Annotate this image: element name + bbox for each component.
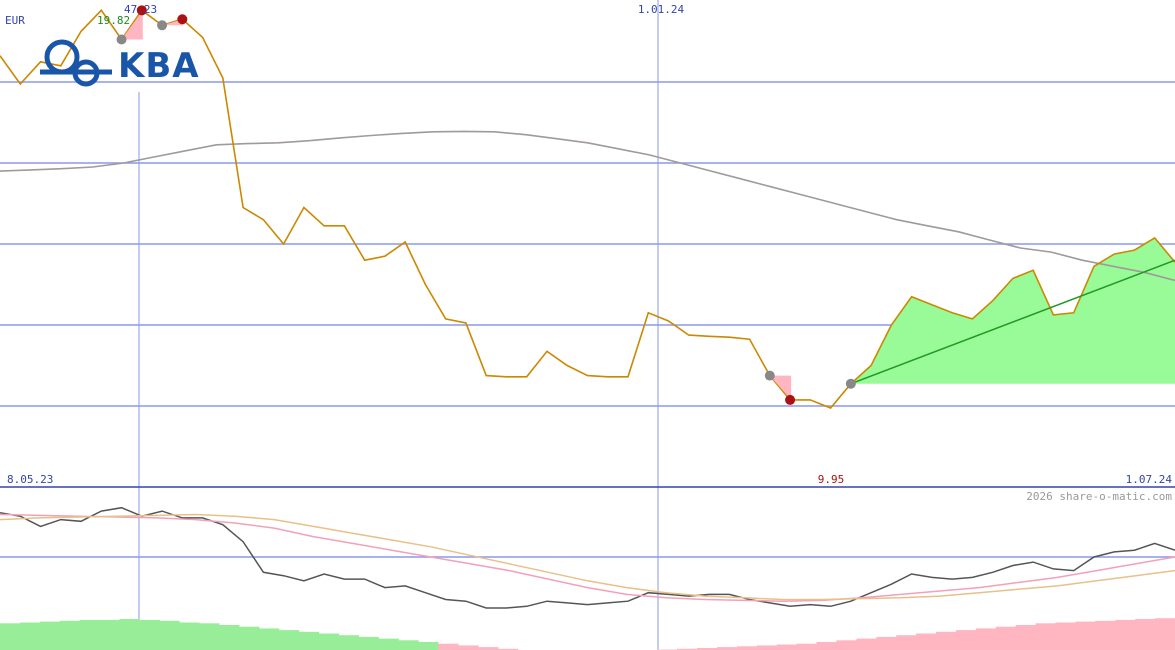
histogram-bar [1035,623,1056,650]
histogram-bar [258,628,280,650]
x-label-mid: 1.01.24 [638,3,685,16]
histogram-bar [896,635,917,650]
histogram-bar [39,621,61,650]
oscillator-line [0,506,1175,609]
marker-layer [116,5,856,405]
histogram-bar [398,640,419,650]
histogram-bar [1055,622,1076,650]
histogram-bar [836,640,857,650]
histogram-bar [1155,618,1175,650]
histogram-bar [1075,621,1096,650]
signal-marker-grey-0 [116,34,127,45]
histogram-bar [916,633,937,650]
histogram-bar [119,619,140,650]
histogram-bar [59,620,81,650]
histogram-bar [936,631,957,650]
histogram-bar [298,631,320,650]
histogram-bar [318,633,339,650]
signal-marker-grey-1 [157,20,168,31]
logo-text: KBA [118,46,200,86]
histogram-bar [338,635,359,650]
moving-average-line [0,130,1175,282]
signal-marker-red-1 [177,14,188,25]
currency-label: EUR [5,14,25,27]
histogram-bar [358,636,379,650]
histogram-bar [1015,625,1037,650]
histogram-bar [816,642,837,650]
histogram-bar [179,622,200,650]
histogram-bar [1115,619,1136,650]
share-price-chart: KBA EUR 19.82 47.23 1.01.24 8.05.23 1.07… [0,0,1175,650]
oscillator-layer [0,506,1175,650]
low-value-label: 9.95 [818,473,845,486]
histogram-bar [995,626,1017,650]
histogram-bar [796,643,817,650]
histogram-bar [0,623,21,650]
signal-marker-grey-2 [764,370,775,381]
histogram-bar [955,630,977,650]
histogram-bar [418,642,439,650]
histogram-bar [239,626,260,650]
copyright-label: 2026 share-o-matic.com [1026,490,1172,503]
histogram-bar [278,630,300,650]
histogram-bar [856,638,877,650]
high-date-label: 47.23 [124,3,157,16]
histogram-bar [99,619,120,650]
histogram-bar [736,646,758,650]
signal-marker-red-2 [785,394,796,405]
x-label-end: 1.07.24 [1126,473,1173,486]
histogram-bar [1095,620,1116,650]
histogram-bar [756,645,778,650]
histogram-bar [139,619,160,650]
histogram-bar [79,619,101,650]
x-label-start: 8.05.23 [7,473,53,486]
histogram-bar [458,645,479,650]
histogram-bar [876,636,897,650]
histogram-bar [975,628,997,650]
kba-logo: KBA [40,39,200,87]
histogram-bar [776,644,798,650]
histogram-bar [19,622,41,650]
signal_fast-line [0,513,1175,602]
histogram-bar [219,625,240,650]
histogram-bar [199,623,220,650]
signal-marker-grey-buy [845,378,856,389]
kba-rings-icon [40,39,112,87]
chart-stage: KBA EUR 19.82 47.23 1.01.24 8.05.23 1.07… [0,0,1175,650]
area-layer [850,237,1175,384]
histogram-bar [438,643,459,650]
histogram-bar [378,638,399,650]
highlight-area [850,237,1175,384]
histogram-bar [159,620,180,650]
histogram-bar [1135,619,1156,650]
